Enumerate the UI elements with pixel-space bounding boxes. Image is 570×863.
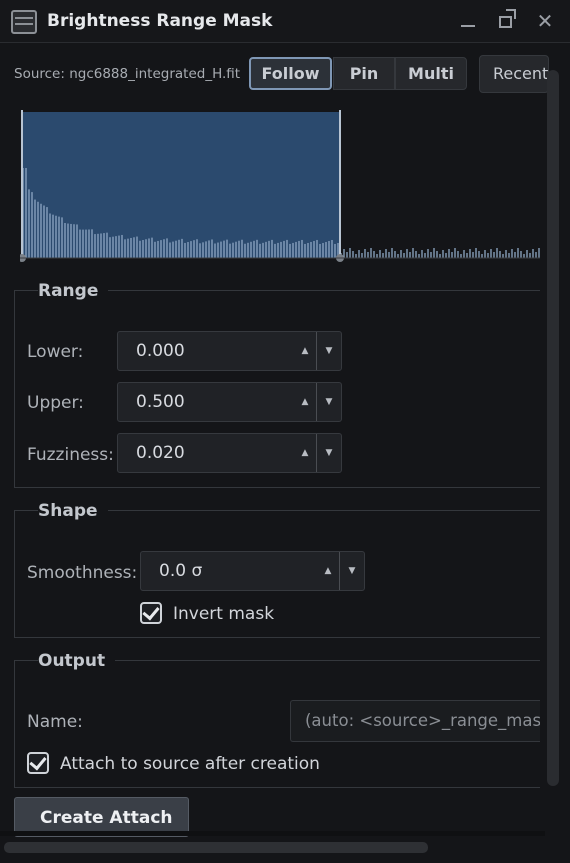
- follow-button[interactable]: Follow: [249, 57, 332, 90]
- histogram[interactable]: [20, 110, 540, 262]
- fuzziness-label: Fuzziness:: [27, 445, 114, 465]
- checkmark-icon: [142, 602, 160, 621]
- spin-up-icon[interactable]: ▲: [294, 434, 316, 472]
- vertical-scrollbar[interactable]: [547, 70, 559, 786]
- attach-label[interactable]: Attach to source after creation: [60, 754, 320, 774]
- spin-down-icon[interactable]: ▼: [317, 332, 341, 370]
- close-icon[interactable]: ✕: [532, 8, 558, 34]
- upper-spinbox[interactable]: 0.500 ▲ ▼: [117, 382, 342, 422]
- recent-button[interactable]: Recent: [479, 55, 549, 93]
- float-icon[interactable]: [494, 8, 520, 34]
- spin-up-icon[interactable]: ▲: [317, 552, 339, 590]
- smoothness-label: Smoothness:: [27, 563, 138, 583]
- smoothness-value: 0.0 σ: [159, 561, 203, 581]
- source-label: Source: ngc6888_integrated_H.fit: [14, 66, 241, 82]
- multi-button[interactable]: Multi: [395, 57, 467, 90]
- smoothness-spinbox[interactable]: 0.0 σ ▲ ▼: [140, 551, 365, 591]
- attach-checkbox[interactable]: [27, 752, 49, 774]
- invert-mask-checkbox[interactable]: [140, 602, 162, 624]
- pin-button[interactable]: Pin: [333, 57, 395, 90]
- spin-up-icon[interactable]: ▲: [294, 383, 316, 421]
- fuzziness-value: 0.020: [136, 443, 185, 463]
- checkmark-icon: [29, 752, 47, 771]
- invert-mask-label[interactable]: Invert mask: [173, 604, 274, 624]
- lower-value: 0.000: [136, 341, 185, 361]
- output-title: Output: [38, 651, 116, 671]
- minimize-icon[interactable]: [456, 8, 482, 34]
- brightness-range-mask-window: Brightness Range Mask ✕ Source: ngc6888_…: [0, 0, 570, 863]
- fuzziness-spinbox[interactable]: 0.020 ▲ ▼: [117, 433, 342, 473]
- spin-down-icon[interactable]: ▼: [340, 552, 364, 590]
- name-label: Name:: [27, 712, 83, 732]
- title-bar[interactable]: Brightness Range Mask ✕: [0, 0, 570, 43]
- spin-down-icon[interactable]: ▼: [317, 383, 341, 421]
- upper-value: 0.500: [136, 392, 185, 412]
- upper-label: Upper:: [27, 393, 84, 413]
- name-input[interactable]: (auto: <source>_range_mask): [290, 700, 540, 742]
- selection-region: [22, 112, 340, 258]
- shape-title: Shape: [38, 501, 108, 521]
- window-title: Brightness Range Mask: [47, 11, 273, 31]
- panel-icon: [11, 10, 37, 34]
- lower-spinbox[interactable]: 0.000 ▲ ▼: [117, 331, 342, 371]
- spin-up-icon[interactable]: ▲: [294, 332, 316, 370]
- spin-down-icon[interactable]: ▼: [317, 434, 341, 472]
- horizontal-scrollbar[interactable]: [4, 842, 428, 853]
- lower-label: Lower:: [27, 342, 84, 362]
- range-title: Range: [38, 281, 109, 301]
